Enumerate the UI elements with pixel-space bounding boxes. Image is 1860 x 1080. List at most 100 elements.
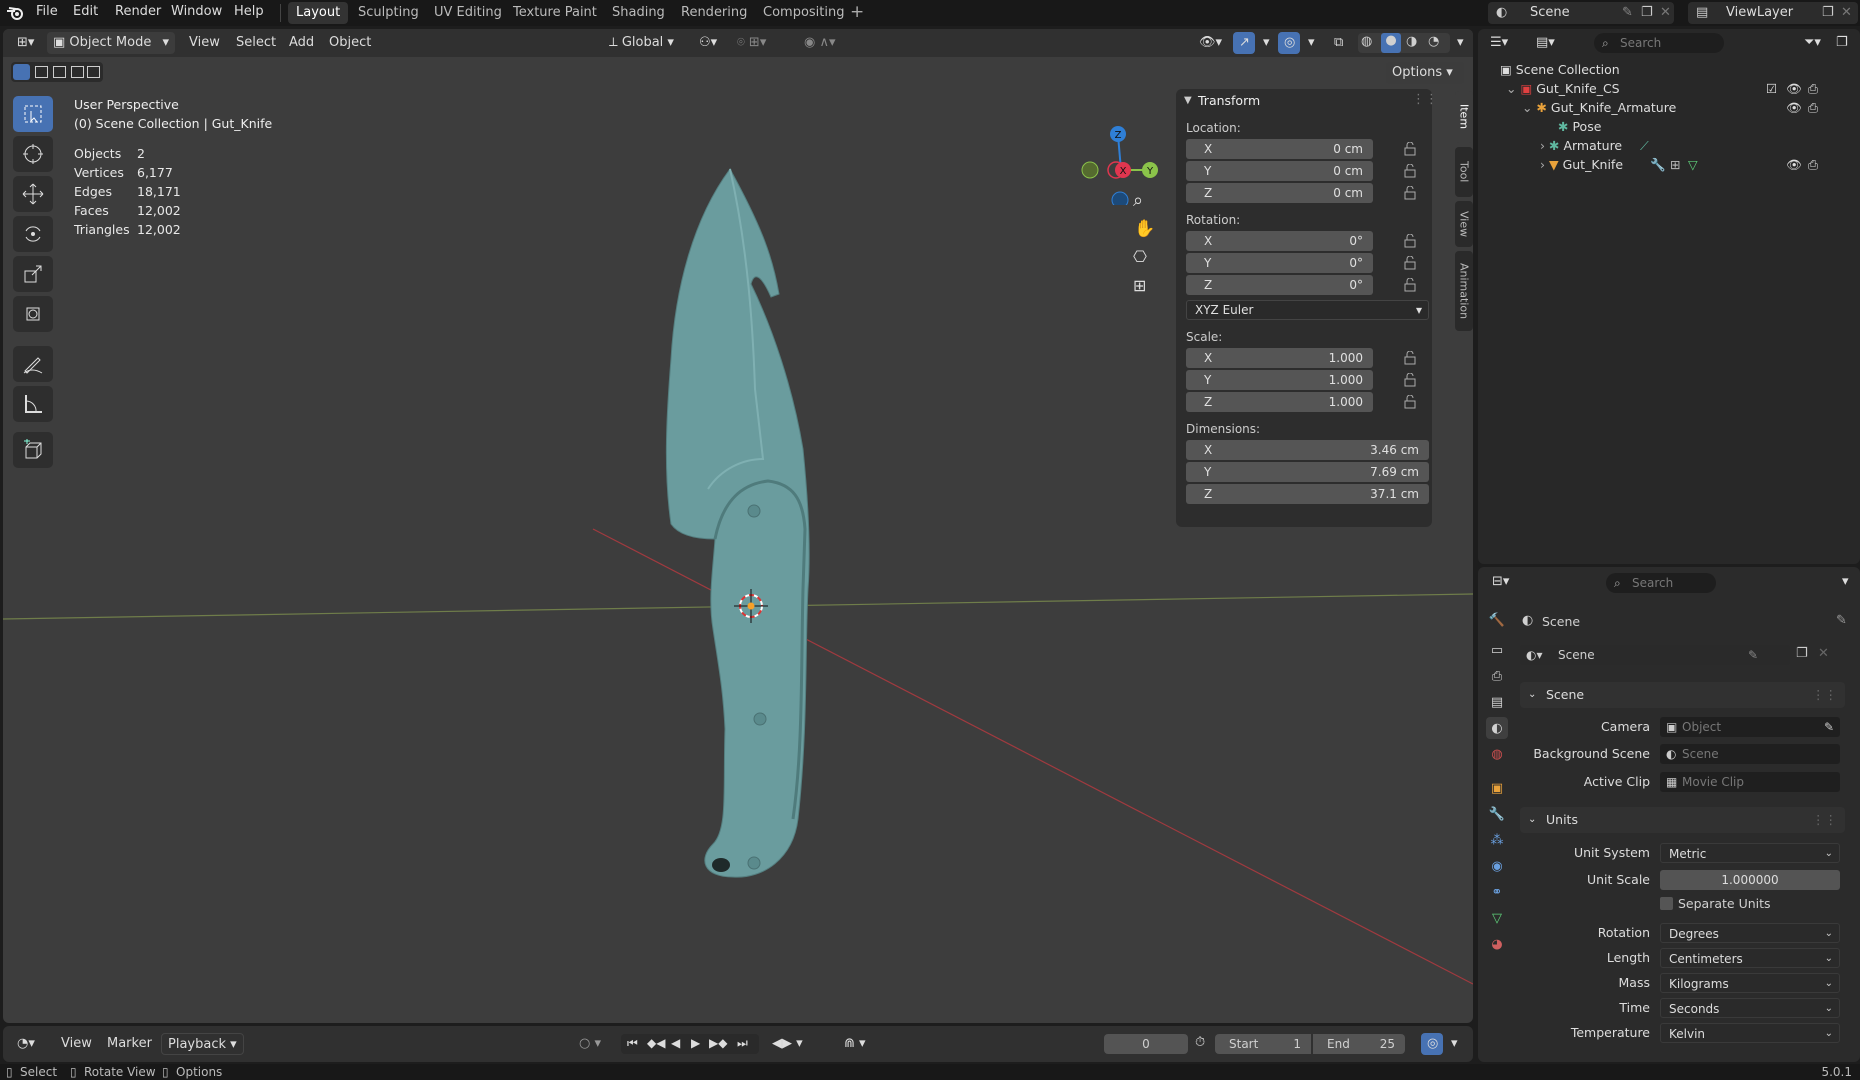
timeline-view-menu[interactable]: View	[55, 1033, 98, 1055]
pin-icon[interactable]: ✎	[1622, 2, 1633, 24]
zoom-icon[interactable]: ⌕	[1133, 190, 1143, 211]
rotation-y-field[interactable]: Y 0°	[1186, 253, 1373, 273]
select-box-tool[interactable]	[13, 96, 53, 132]
remove-view-layer-icon[interactable]: ✕	[1841, 2, 1852, 24]
editor-type-icon[interactable]: ⊞▾	[11, 32, 40, 54]
lock-icon[interactable]	[1404, 142, 1416, 156]
play-icon[interactable]: ▶	[691, 1036, 700, 1050]
active-clip-field[interactable]: ▦ Movie Clip	[1660, 772, 1840, 792]
rotation-x-field[interactable]: X 0°	[1186, 231, 1373, 251]
camera-icon[interactable]: ⎙	[1808, 154, 1818, 176]
lock-icon[interactable]	[1404, 278, 1416, 292]
visibility-icon[interactable]: 👁▾	[1193, 32, 1228, 54]
time-units-dropdown[interactable]: Seconds ⌄	[1660, 998, 1840, 1018]
tool-tab-icon[interactable]: 🔨	[1486, 609, 1508, 631]
outliner-editor-icon[interactable]: ☰▾	[1484, 32, 1514, 54]
filter-icon[interactable]: ⏷▾	[1798, 32, 1827, 54]
prev-keyframe-icon[interactable]: ◆◀	[647, 1036, 665, 1050]
display-mode-icon[interactable]: ▤▾	[1530, 32, 1561, 54]
playback-dropdown[interactable]: Playback ▾	[161, 1033, 244, 1055]
scale-y-field[interactable]: Y 1.000	[1186, 370, 1373, 390]
menu-render[interactable]: Render	[115, 4, 161, 19]
mass-units-dropdown[interactable]: Kilograms ⌄	[1660, 973, 1840, 993]
overlay-toggle-icon[interactable]: ◎	[1278, 32, 1300, 54]
lock-icon[interactable]	[1404, 186, 1416, 200]
unlink-icon[interactable]: ✕	[1818, 646, 1829, 661]
select-subtract-icon[interactable]	[53, 66, 66, 78]
xray-icon[interactable]: ⧉	[1328, 32, 1349, 54]
rotation-units-dropdown[interactable]: Degrees ⌄	[1660, 923, 1840, 943]
material-shading-icon[interactable]: ◑	[1406, 34, 1417, 49]
rotate-tool[interactable]	[13, 216, 53, 252]
options-dropdown[interactable]: Options ▾	[1386, 62, 1464, 84]
scale-z-field[interactable]: Z 1.000	[1186, 392, 1373, 412]
outliner-gut-knife[interactable]: › ▼ Gut_Knife 🔧 ⊞ ▽ 👁 ⎙	[1540, 154, 1852, 176]
units-section-header[interactable]: ⌄ Units ⋮⋮	[1520, 807, 1845, 833]
lock-icon[interactable]	[1404, 351, 1416, 365]
scene-selector[interactable]: ◐ Scene ✎ ❐ ✕	[1488, 2, 1674, 24]
jump-start-icon[interactable]: ⏮	[627, 1036, 638, 1051]
navigation-gizmo[interactable]: Z Y X	[1066, 95, 1166, 205]
scene-section-header[interactable]: ⌄ Scene ⋮⋮	[1520, 682, 1845, 708]
menu-edit[interactable]: Edit	[73, 4, 98, 19]
fake-user-icon[interactable]: ✎	[1748, 645, 1758, 665]
cursor-tool[interactable]	[13, 136, 53, 172]
eye-icon[interactable]: 👁	[1786, 154, 1802, 176]
modifier-tab-icon[interactable]: 🔧	[1486, 803, 1508, 825]
camera-field[interactable]: ▣ Object ✎	[1660, 717, 1840, 737]
location-y-field[interactable]: Y 0 cm	[1186, 161, 1373, 181]
add-cube-tool[interactable]	[13, 432, 53, 468]
view-layer-selector[interactable]: ▤ ViewLayer ❐ ✕	[1688, 2, 1858, 24]
collapse-chevron-icon[interactable]: ▼	[1184, 95, 1192, 106]
outliner-search-input[interactable]: ⌕ Search	[1594, 33, 1724, 53]
current-frame-field[interactable]: 0	[1104, 1034, 1188, 1054]
tab-texture-paint[interactable]: Texture Paint	[505, 2, 605, 24]
eye-icon[interactable]: 👁	[1786, 97, 1802, 119]
expand-chevron-icon[interactable]: ⌄	[1506, 81, 1520, 96]
duplicate-icon[interactable]: ❐	[1796, 646, 1808, 661]
dimension-z-field[interactable]: Z 37.1 cm	[1186, 484, 1429, 504]
select-extend-icon[interactable]	[35, 66, 48, 78]
camera-view-icon[interactable]: ⎔	[1133, 247, 1147, 266]
camera-icon[interactable]: ⎙	[1808, 97, 1818, 119]
menu-window[interactable]: Window	[171, 4, 222, 19]
measure-tool[interactable]	[13, 386, 53, 422]
drag-handle-icon[interactable]: ⋮⋮	[1412, 92, 1438, 107]
rotation-mode-dropdown[interactable]: XYZ Euler ▾	[1186, 300, 1429, 320]
lock-icon[interactable]	[1404, 395, 1416, 409]
pin-icon[interactable]: ✎	[1836, 613, 1847, 628]
pivot-icon[interactable]: ⚇▾	[693, 32, 723, 54]
length-units-dropdown[interactable]: Centimeters ⌄	[1660, 948, 1840, 968]
annotate-tool[interactable]	[13, 346, 53, 382]
timeline-editor-icon[interactable]: ◔▾	[11, 1033, 41, 1055]
select-menu[interactable]: Select	[230, 32, 282, 54]
select-intersect-icon[interactable]	[87, 66, 100, 78]
new-view-layer-icon[interactable]: ❐	[1822, 2, 1834, 24]
mode-dropdown[interactable]: ▣ Object Mode ▾	[47, 32, 175, 54]
rotation-z-field[interactable]: Z 0°	[1186, 275, 1373, 295]
shading-dropdown-icon[interactable]: ▾	[1451, 32, 1470, 54]
gizmo-toggle-icon[interactable]: ↗	[1233, 32, 1255, 54]
snap-icon[interactable]: ⌾ ⊞▾	[731, 32, 772, 54]
scale-x-field[interactable]: X 1.000	[1186, 348, 1373, 368]
add-menu[interactable]: Add	[283, 32, 320, 54]
move-tool[interactable]	[13, 176, 53, 212]
remove-scene-icon[interactable]: ✕	[1660, 2, 1671, 24]
expand-chevron-icon[interactable]: ⌄	[1522, 100, 1536, 115]
location-x-field[interactable]: X 0 cm	[1186, 139, 1373, 159]
next-keyframe-icon[interactable]: ▶◆	[709, 1036, 727, 1050]
gizmo-dropdown-icon[interactable]: ▾	[1257, 32, 1276, 54]
lock-icon[interactable]	[1404, 234, 1416, 248]
tab-sculpting[interactable]: Sculpting	[350, 2, 427, 24]
object-menu[interactable]: Object	[323, 32, 377, 54]
dimension-y-field[interactable]: Y 7.69 cm	[1186, 462, 1429, 482]
orientation-dropdown[interactable]: ⟂ Global ▾	[603, 32, 687, 54]
tab-shading[interactable]: Shading	[604, 2, 673, 24]
menu-file[interactable]: File	[36, 4, 58, 19]
properties-search-input[interactable]: ⌕ Search	[1606, 573, 1716, 593]
temperature-units-dropdown[interactable]: Kelvin ⌄	[1660, 1023, 1840, 1043]
sidebar-tab-view[interactable]: View	[1455, 201, 1473, 247]
scale-tool[interactable]	[13, 256, 53, 292]
properties-editor-icon[interactable]: ⊟▾	[1486, 571, 1515, 593]
sidebar-tab-item[interactable]: Item	[1455, 91, 1473, 143]
